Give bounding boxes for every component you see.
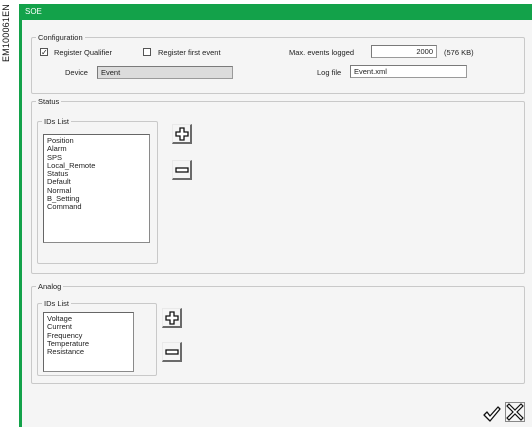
window-body: Configuration ✓ Register Qualifier Regis… — [22, 20, 532, 427]
list-item[interactable]: Command — [47, 203, 146, 212]
ok-button[interactable] — [481, 403, 501, 423]
register-first-event-label: Register first event — [158, 48, 221, 57]
checkmark-icon — [483, 406, 501, 422]
side-reference: EM100061EN — [0, 0, 16, 100]
analog-legend: Analog — [38, 282, 62, 291]
max-events-value: 2000 — [416, 47, 433, 56]
plus-outline-icon — [175, 127, 189, 141]
log-file-label: Log file — [317, 68, 342, 77]
cancel-button[interactable] — [505, 402, 525, 422]
log-file-input[interactable]: Event.xml — [350, 65, 467, 78]
analog-remove-button[interactable] — [162, 342, 182, 362]
window-titlebar: SOE — [22, 4, 532, 20]
log-file-value: Event.xml — [354, 67, 387, 76]
checkmark-icon: ✓ — [41, 48, 48, 57]
status-group: Status IDs List Position Alarm SPS Local_Re… — [31, 97, 525, 274]
max-events-label: Max. events logged — [289, 48, 355, 57]
configuration-group: Configuration ✓ Register Qualifier Regis… — [31, 33, 525, 94]
plus-outline-icon — [165, 311, 179, 325]
analog-ids-list-group: IDs List Voltage Current Frequency Temperat… — [37, 299, 157, 376]
max-events-input[interactable]: 2000 — [371, 45, 437, 58]
max-events-size-note: (576 KB) — [444, 48, 474, 57]
status-ids-list-group: IDs List Position Alarm SPS Local_Remote Sta… — [37, 117, 158, 264]
register-qualifier-checkbox[interactable]: ✓ — [40, 48, 48, 57]
cross-icon — [506, 403, 524, 421]
analog-group: Analog IDs List Voltage Current Frequency T… — [31, 282, 525, 384]
register-qualifier-label: Register Qualifier — [54, 48, 112, 57]
analog-add-button[interactable] — [162, 308, 182, 328]
device-value: Event — [101, 68, 121, 77]
status-ids-listbox[interactable]: Position Alarm SPS Local_Remote Status Defaul… — [43, 134, 150, 243]
configuration-legend: Configuration — [38, 33, 83, 42]
list-item[interactable]: Resistance — [47, 347, 130, 356]
minus-outline-icon — [165, 349, 179, 355]
analog-ids-list-legend: IDs List — [44, 299, 70, 308]
status-remove-button[interactable] — [172, 160, 192, 180]
device-field: Event — [97, 66, 233, 79]
status-ids-list-legend: IDs List — [44, 117, 70, 126]
window-title: SOE — [25, 7, 42, 16]
status-add-button[interactable] — [172, 124, 192, 144]
register-first-event-checkbox[interactable] — [143, 48, 151, 56]
minus-outline-icon — [175, 167, 189, 173]
device-label: Device — [65, 68, 88, 77]
soe-window: SOE Configuration ✓ Register Qualifier R… — [19, 4, 532, 427]
side-reference-text: EM100061EN — [1, 4, 11, 63]
status-legend: Status — [38, 97, 60, 106]
analog-ids-listbox[interactable]: Voltage Current Frequency Temperature Resist… — [43, 312, 134, 372]
